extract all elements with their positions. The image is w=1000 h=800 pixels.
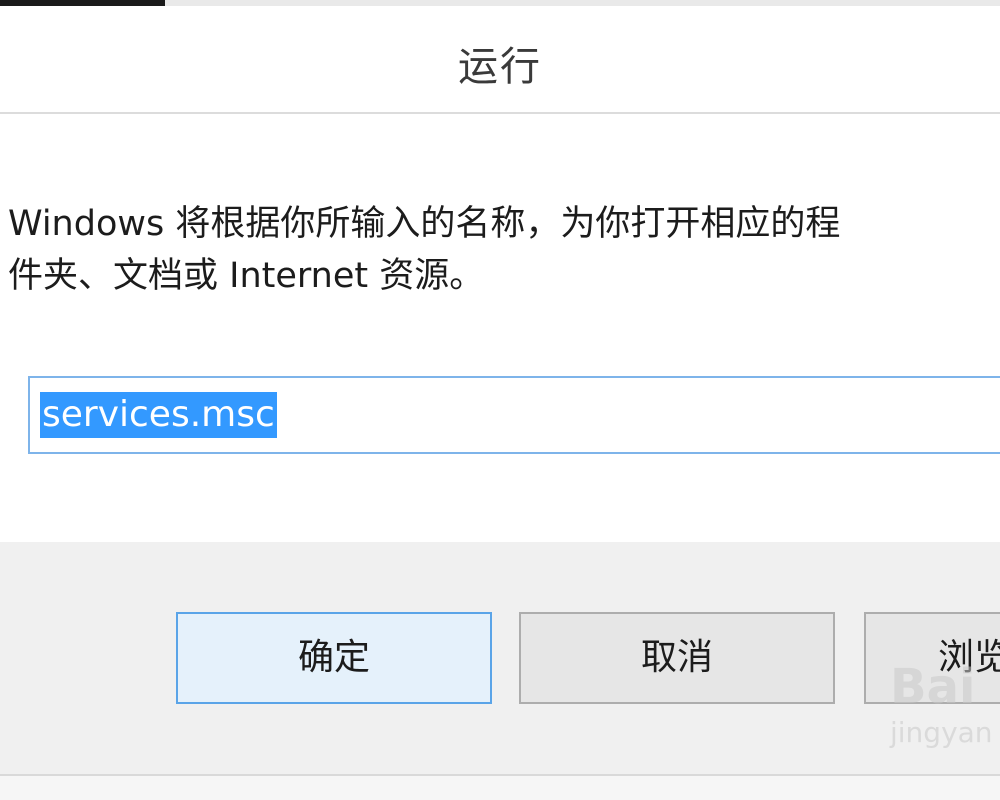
browse-button[interactable]: 浏览 — [864, 612, 1000, 704]
dialog-titlebar[interactable]: 运行 — [0, 6, 1000, 114]
dialog-description: Windows 将根据你所输入的名称，为你打开相应的程 件夹、文档或 Inter… — [8, 198, 1000, 302]
description-line-2: 件夹、文档或 Internet 资源。 — [8, 256, 485, 296]
ok-button[interactable]: 确定 — [176, 612, 492, 704]
cancel-button[interactable]: 取消 — [519, 612, 835, 704]
dialog-title: 运行 — [458, 44, 542, 90]
dialog-footer: 确定 取消 浏览 Bai jingyan — [0, 542, 1000, 800]
description-line-1: Windows 将根据你所输入的名称，为你打开相应的程 — [8, 204, 841, 244]
open-input[interactable]: services.msc — [28, 376, 1000, 454]
watermark-sub: jingyan — [890, 716, 993, 749]
dialog-content: Windows 将根据你所输入的名称，为你打开相应的程 件夹、文档或 Inter… — [0, 114, 1000, 542]
open-input-selected-text[interactable]: services.msc — [40, 392, 277, 438]
footer-edge — [0, 774, 1000, 800]
